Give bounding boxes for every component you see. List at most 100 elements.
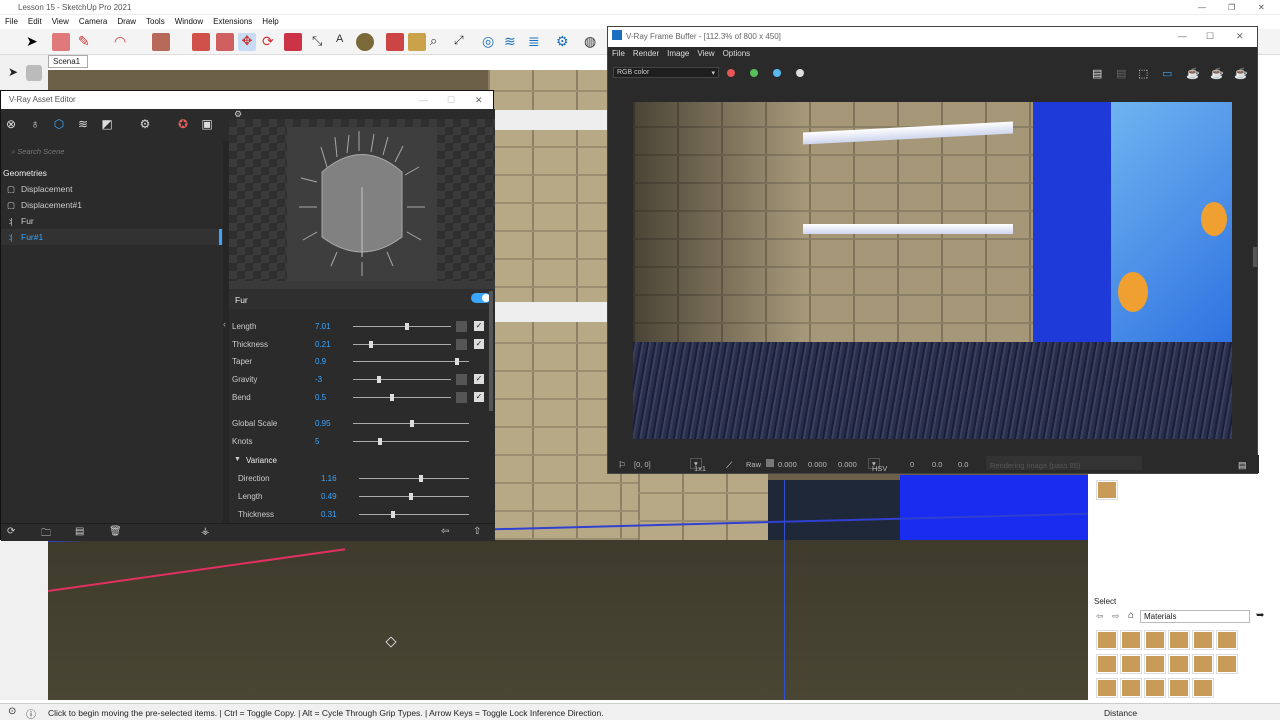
minimize-icon[interactable]: — (1198, 3, 1206, 12)
maximize-icon[interactable]: ☐ (447, 95, 455, 106)
material-swatch[interactable] (1097, 631, 1117, 649)
geometry-category-icon[interactable]: ⬡ (52, 117, 66, 131)
texture-map-button[interactable] (456, 321, 467, 332)
minimize-icon[interactable]: — (1178, 31, 1187, 41)
material-swatch[interactable] (1169, 655, 1189, 673)
collapse-arrow-icon[interactable]: ‹ (223, 319, 226, 329)
param-value[interactable]: 0.21 (315, 340, 331, 349)
material-swatch[interactable] (1217, 655, 1237, 673)
material-swatch[interactable] (1121, 631, 1141, 649)
vfb-menu-image[interactable]: Image (667, 49, 689, 58)
material-swatch[interactable] (1169, 631, 1189, 649)
settings-gear-icon[interactable]: ⚙ (138, 117, 152, 131)
search-scene-input[interactable]: ⌕ Search Scene (1, 145, 223, 161)
tape-measure-icon[interactable]: ⤡ (312, 33, 330, 51)
channel-dropdown[interactable]: RGB color ▾ (613, 67, 719, 78)
close-icon[interactable]: ✕ (1236, 31, 1244, 42)
pencil-tool-icon[interactable]: ✎ (78, 33, 96, 51)
add-asset-icon[interactable]: ⟳ (7, 526, 15, 537)
scene-tab[interactable]: Scena1 (48, 55, 88, 68)
variance-slider-track[interactable] (359, 496, 469, 497)
map-enable-checkbox[interactable]: ✓ (474, 321, 484, 331)
stop-render-icon[interactable]: ☕ (1210, 67, 1224, 80)
vfb-menu-view[interactable]: View (697, 49, 714, 58)
color-picker-icon[interactable]: ⟋ (726, 460, 732, 471)
eraser-tool-icon[interactable] (52, 33, 70, 51)
param-value[interactable]: 0.9 (315, 357, 326, 366)
map-enable-checkbox[interactable]: ✓ (474, 392, 484, 402)
materials-dropdown[interactable]: Materials (1140, 610, 1250, 623)
variance-slider-track[interactable] (359, 514, 469, 515)
render-elements-icon[interactable]: ≋ (76, 117, 90, 131)
variance-slider-knob[interactable] (408, 493, 413, 500)
param-slider-track[interactable] (353, 397, 451, 398)
info-icon[interactable]: ⓘ (26, 706, 36, 721)
menu-window[interactable]: Window (170, 15, 208, 28)
select-arrow-icon[interactable]: ➤ (8, 65, 18, 79)
maximize-icon[interactable]: ❐ (1228, 3, 1235, 12)
variance-value[interactable]: 1.16 (321, 474, 337, 483)
menu-file[interactable]: File (0, 15, 23, 28)
param-slider-track[interactable] (353, 326, 451, 327)
param-value[interactable]: -3 (315, 375, 322, 384)
zoom-extents-icon[interactable]: ⤢ (454, 33, 472, 51)
param-value[interactable]: 0.5 (315, 393, 326, 402)
menu-help[interactable]: Help (257, 15, 283, 28)
text-tool-icon[interactable]: A (336, 33, 354, 51)
scale-tool-icon[interactable] (284, 33, 302, 51)
pan-tool-icon[interactable] (408, 33, 426, 51)
vray-frame-buffer-icon[interactable]: ◍ (584, 33, 602, 51)
material-swatch[interactable] (1097, 679, 1117, 697)
materials-category-icon[interactable]: ⊗ (4, 117, 18, 131)
back-arrow-icon[interactable]: ⇦ (441, 526, 449, 537)
red-channel-icon[interactable] (727, 69, 735, 77)
param-slider-knob[interactable] (455, 358, 460, 365)
green-channel-icon[interactable] (750, 69, 758, 77)
param-slider-knob[interactable] (368, 341, 373, 348)
param-slider-track[interactable] (353, 361, 469, 362)
region-render-icon[interactable]: ⬚ (1138, 67, 1148, 80)
save-all-icon[interactable]: ▤ (1116, 67, 1126, 80)
render-icon[interactable]: ☕ (1234, 67, 1248, 80)
save-icon[interactable]: ▤ (75, 526, 84, 537)
material-swatch[interactable] (1121, 655, 1141, 673)
tree-item-fur-1[interactable]: ⺦ Fur#1 (1, 229, 223, 245)
delete-icon[interactable]: 🗑 (109, 526, 122, 537)
texture-map-button[interactable] (456, 339, 467, 350)
back-arrow-icon[interactable]: ⇦ (1096, 611, 1104, 622)
menu-draw[interactable]: Draw (112, 15, 141, 28)
textures-icon[interactable]: ◩ (100, 117, 114, 131)
zoom-tool-icon[interactable]: ⌕ (430, 33, 448, 51)
material-swatch[interactable] (1193, 655, 1213, 673)
map-enable-checkbox[interactable]: ✓ (474, 374, 484, 384)
vfb-side-handle[interactable] (1253, 247, 1257, 267)
vfb-menu-render[interactable]: Render (633, 49, 659, 58)
pin-icon[interactable]: ⚐ (618, 460, 626, 471)
track-mouse-icon[interactable]: ▭ (1162, 67, 1172, 80)
param-value[interactable]: 5 (315, 437, 319, 446)
purge-icon[interactable]: ⚶ (201, 526, 210, 537)
menu-edit[interactable]: Edit (23, 15, 47, 28)
open-file-icon[interactable]: 🗀 (41, 526, 51, 543)
vfb-menu-options[interactable]: Options (723, 49, 751, 58)
home-icon[interactable]: ⌂ (1128, 610, 1134, 621)
zoom-dropdown[interactable]: 1x1 ▾ (690, 458, 706, 473)
details-arrow-icon[interactable]: ➥ (1256, 610, 1264, 621)
variance-value[interactable]: 0.31 (321, 510, 337, 519)
menu-extensions[interactable]: Extensions (208, 15, 257, 28)
param-slider-track[interactable] (353, 441, 469, 442)
material-swatch[interactable] (1121, 679, 1141, 697)
frame-buffer-icon[interactable]: ▣ (200, 117, 214, 131)
render-teapot-icon[interactable]: ✪ (176, 117, 190, 131)
material-swatch[interactable] (1145, 631, 1165, 649)
save-image-icon[interactable]: ▤ (1092, 67, 1102, 80)
move-tool-icon[interactable]: ✥ (238, 33, 256, 51)
param-slider-knob[interactable] (404, 323, 409, 330)
orbit-tool-icon[interactable] (386, 33, 404, 51)
tree-item-displacement-1[interactable]: ▢ Displacement#1 (1, 197, 223, 213)
forward-arrow-icon[interactable]: ⇨ (1112, 611, 1120, 622)
material-swatch[interactable] (1193, 631, 1213, 649)
param-value[interactable]: 0.95 (315, 419, 331, 428)
material-swatch[interactable] (1097, 655, 1117, 673)
geo-location-icon[interactable]: ⊙ (8, 706, 16, 717)
